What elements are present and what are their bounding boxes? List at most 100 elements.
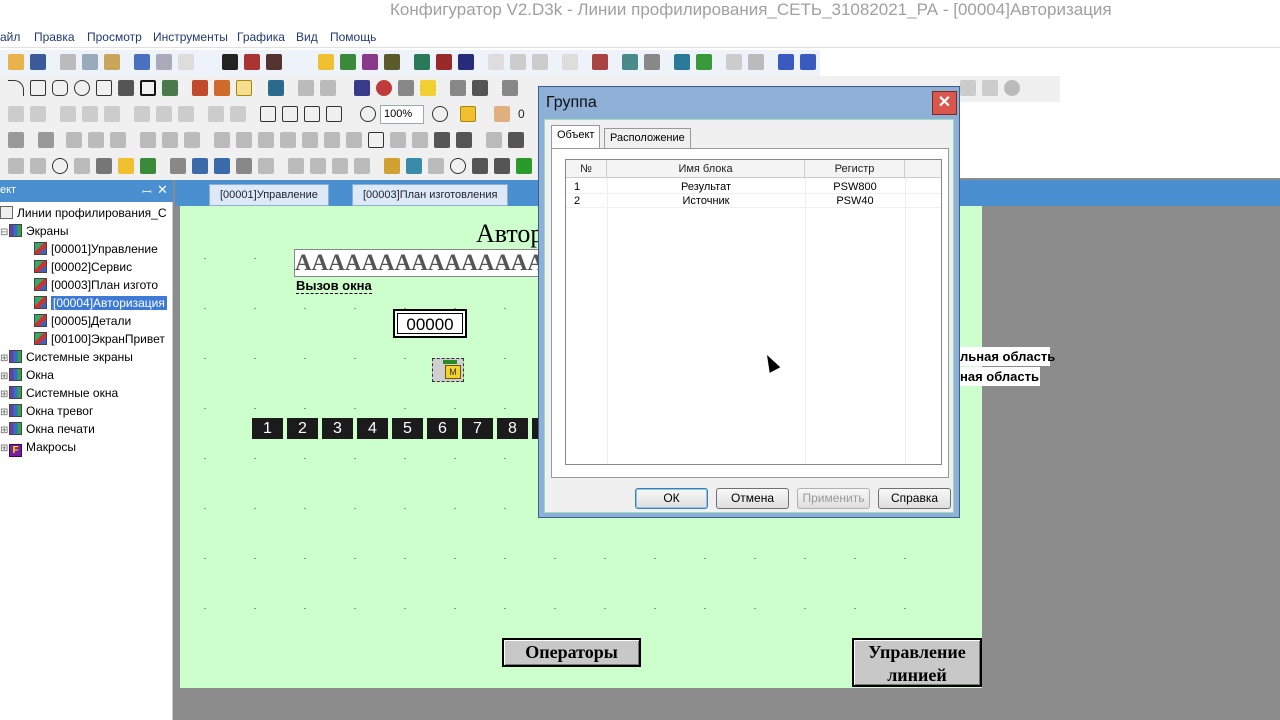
table-icon[interactable] (96, 158, 112, 174)
step-icon[interactable] (346, 132, 362, 148)
side-label[interactable]: ная область (960, 367, 1040, 386)
d-icon[interactable] (412, 132, 428, 148)
space-v-icon[interactable] (178, 106, 194, 122)
numeric-display[interactable]: 00000 (393, 309, 467, 338)
digit-button[interactable]: 4 (357, 418, 388, 439)
cancel-button[interactable]: Отмена (716, 488, 789, 509)
group-icon[interactable] (304, 106, 320, 122)
close-icon[interactable]: ✕ (157, 182, 168, 198)
column-header-register[interactable]: Регистр (805, 160, 905, 178)
open-icon[interactable] (8, 54, 24, 70)
font-size-icon[interactable] (244, 54, 260, 70)
canvas-title[interactable]: Автор (476, 219, 543, 249)
c-green-icon[interactable] (516, 158, 532, 174)
zoom-in-icon[interactable] (432, 106, 448, 122)
brace-icon[interactable] (30, 158, 46, 174)
zoom-select[interactable]: 100% (380, 105, 424, 124)
tool-green-icon[interactable] (140, 158, 156, 174)
cut-tool-icon[interactable] (494, 158, 510, 174)
numeric-input-icon[interactable] (488, 54, 504, 70)
arc-icon[interactable] (8, 80, 24, 96)
tree-folder[interactable]: ⊞ Системные окна (0, 386, 118, 404)
numeric-display-icon[interactable] (532, 54, 548, 70)
pen-icon[interactable] (406, 158, 422, 174)
ascii-input-icon[interactable] (510, 54, 526, 70)
plus-cross-icon[interactable] (472, 158, 488, 174)
n-icon[interactable] (258, 132, 274, 148)
tree-folder[interactable]: ⊞ F Макросы (0, 440, 76, 458)
space-h-icon[interactable] (156, 106, 172, 122)
calc-icon[interactable] (170, 158, 186, 174)
sqrt-icon[interactable] (354, 158, 370, 174)
rectangle-icon[interactable] (30, 80, 46, 96)
column-header-name[interactable]: Имя блока (607, 160, 805, 178)
number-one-icon[interactable] (562, 54, 578, 70)
menu-file[interactable]: айл (0, 30, 20, 44)
picture-icon[interactable] (384, 54, 400, 70)
star-icon[interactable] (118, 158, 134, 174)
dashed-rect-icon[interactable] (748, 54, 764, 70)
column-header-num[interactable]: № (566, 160, 607, 178)
tree-screen-item[interactable]: [00100]ЭкранПривет (34, 332, 165, 350)
display-999-icon[interactable] (414, 54, 430, 70)
text-icon[interactable] (222, 54, 238, 70)
digit-button[interactable]: 5 (392, 418, 423, 439)
tree-screen-item[interactable]: [00003]План изгото (34, 278, 158, 296)
not-icon[interactable] (280, 132, 296, 148)
button-icon[interactable] (88, 132, 104, 148)
ellipse-icon[interactable] (74, 80, 90, 96)
frame-shape-icon[interactable] (140, 80, 156, 96)
grid-icon[interactable] (460, 106, 476, 122)
canvas-text-field[interactable]: AAAAAAAAAAAAAAA (294, 249, 540, 277)
recolor-icon[interactable] (192, 80, 208, 96)
paste-icon[interactable] (104, 54, 120, 70)
zoom-out-icon[interactable] (360, 106, 376, 122)
tree-screen-item[interactable]: [00005]Детали (34, 314, 131, 332)
align-center-icon[interactable] (30, 106, 46, 122)
box-icon[interactable] (368, 132, 384, 148)
frame-icon[interactable] (644, 54, 660, 70)
tree-screen-item-selected[interactable]: [00004]Авторизация (34, 296, 167, 314)
switch-icon[interactable] (140, 132, 156, 148)
window-icon[interactable] (622, 54, 638, 70)
expand-icon[interactable]: ⊞ (0, 371, 9, 382)
digit-button[interactable]: 7 (462, 418, 493, 439)
help-icon[interactable] (178, 54, 194, 70)
apply-button[interactable]: Применить (797, 488, 870, 509)
map-icon[interactable] (354, 80, 370, 96)
expand-icon[interactable]: ⊞ (0, 407, 9, 418)
align-top-icon[interactable] (82, 106, 98, 122)
sin-icon[interactable] (288, 158, 304, 174)
blocks-table[interactable]: № Имя блока Регистр 1 Результат PSW800 2… (565, 159, 942, 465)
tree-folder[interactable]: ⊞ Системные экраны (0, 350, 133, 368)
copy-icon[interactable] (82, 54, 98, 70)
lamp-icon[interactable] (318, 54, 334, 70)
question-icon[interactable] (162, 132, 178, 148)
text-a-icon[interactable] (38, 132, 54, 148)
menu-view[interactable]: Просмотр (87, 30, 142, 44)
menu-help[interactable]: Помощь (330, 30, 376, 44)
expand-icon[interactable]: ⊞ (0, 353, 9, 364)
operators-button[interactable]: Операторы (502, 638, 641, 667)
power-icon[interactable] (332, 158, 348, 174)
round-icon[interactable] (450, 158, 466, 174)
device-icon[interactable] (472, 80, 488, 96)
menu-edit[interactable]: Правка (34, 30, 75, 44)
doc-tab-control[interactable]: [00001]Управление (209, 184, 329, 206)
play-icon[interactable] (384, 158, 400, 174)
cut-icon[interactable] (60, 54, 76, 70)
tab-position[interactable]: Расположение (604, 128, 691, 148)
display-abc-icon[interactable] (458, 54, 474, 70)
display-red-icon[interactable] (436, 54, 452, 70)
triangle-down-icon[interactable] (320, 80, 336, 96)
side-label[interactable]: льная область (960, 347, 1055, 366)
lattice2-icon[interactable] (456, 132, 472, 148)
digit-button[interactable]: 8 (497, 418, 528, 439)
sort-icon[interactable] (8, 132, 24, 148)
lattice-icon[interactable] (434, 132, 450, 148)
send-back-icon[interactable] (282, 106, 298, 122)
branch-icon[interactable] (8, 158, 24, 174)
circle-icon[interactable] (362, 54, 378, 70)
tilde-icon[interactable] (74, 158, 90, 174)
same-width-icon[interactable] (208, 106, 224, 122)
